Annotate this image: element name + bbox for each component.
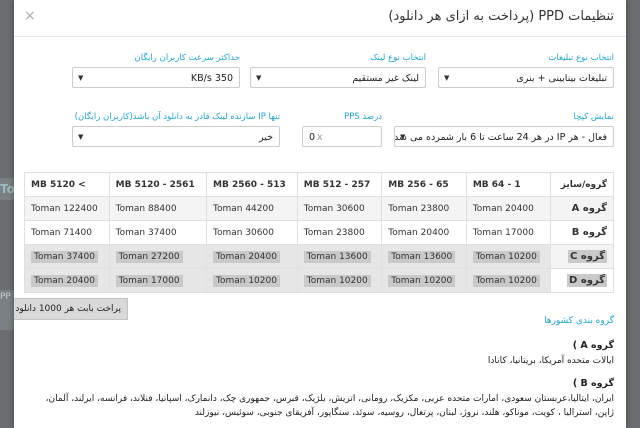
group-b-title: گروه B ) (572, 378, 614, 389)
price-cell: 13600 Toman (296, 244, 383, 269)
countries-section-title: گروه بندی کشورها (544, 316, 614, 326)
group-cell: گروه A (550, 196, 614, 221)
price-cell: 20400 Toman (381, 220, 467, 245)
price-cell: 13600 Toman (381, 244, 467, 269)
chevron-down-icon: ▼ (256, 74, 262, 82)
table-row: گروه C 10200 Toman 13600 Toman 13600 Tom… (24, 244, 614, 269)
chevron-down-icon: ▼ (444, 74, 450, 82)
pps-input[interactable]: 0 x (302, 126, 382, 147)
price-cell: 88400 Toman (108, 196, 207, 221)
price-cell: 30600 Toman (296, 196, 383, 221)
pps-value: 0 (309, 132, 316, 143)
price-cell: 17000 Toman (108, 268, 207, 293)
price-cell: 122400 Toman (24, 196, 110, 221)
ppd-settings-modal: تنظیمات PPD (پرداخت به ازای هر دانلود) ×… (14, 0, 626, 428)
ip-only-select[interactable]: خیر ▼ (72, 126, 280, 147)
price-cell: 44200 Toman (205, 196, 298, 221)
price-cell: 23800 Toman (381, 196, 467, 221)
price-cell: 27200 Toman (108, 244, 207, 269)
price-cell: 10200 Toman (205, 268, 298, 293)
chevron-down-icon: ▼ (400, 133, 406, 141)
column-header: 2561 - 5120 MB (108, 172, 207, 197)
ad-type-value: تبلیغات بینابینی + بنری (516, 73, 607, 84)
column-header: 1 - 64 MB (465, 172, 552, 197)
price-cell: 20400 Toman (465, 196, 552, 221)
modal-title: تنظیمات PPD (پرداخت به ازای هر دانلود) (388, 9, 614, 24)
table-corner-header: گروه/سایز (550, 172, 614, 197)
background-text: PP (0, 290, 14, 330)
group-cell: گروه D (550, 268, 614, 293)
table-row: گروه D 10200 Toman 10200 Toman 10200 Tom… (24, 268, 614, 293)
table-header-row: گروه/سایز 1 - 64 MB 65 - 256 MB 257 - 51… (24, 172, 614, 197)
pps-suffix: x (317, 132, 323, 143)
link-type-value: لینک غیر مستقیم (352, 73, 419, 84)
price-cell: 71400 Toman (24, 220, 110, 245)
max-speed-label: حداکثر سرعت کاربران رایگان (134, 53, 240, 63)
table-row: گروه B 17000 Toman 20400 Toman 23800 Tom… (24, 220, 614, 245)
price-cell: 30600 Toman (205, 220, 298, 245)
group-a-title: گروه A ) (572, 340, 614, 351)
price-cell: 10200 Toman (296, 268, 383, 293)
column-header: 65 - 256 MB (381, 172, 467, 197)
group-cell: گروه C (550, 244, 614, 269)
group-b-countries: ایران، ایتالیا،عربستان سعودی، امارات متح… (45, 394, 614, 418)
price-cell: 37400 Toman (24, 244, 110, 269)
column-header: 257 - 512 MB (296, 172, 383, 197)
ip-only-label: تنها IP سازنده لینک قادر به دانلود آن با… (74, 112, 280, 122)
price-cell: 17000 Toman (465, 220, 552, 245)
price-cell: 20400 Toman (24, 268, 110, 293)
max-speed-value: 350 KB/s (190, 73, 233, 84)
ad-type-select[interactable]: تبلیغات بینابینی + بنری ▼ (438, 67, 614, 88)
column-header: 513 - 2560 MB (205, 172, 298, 197)
price-cell: 10200 Toman (381, 268, 467, 293)
price-cell: 10200 Toman (465, 268, 552, 293)
background-text: To (0, 178, 14, 200)
close-icon[interactable]: × (24, 8, 36, 24)
link-type-label: انتخاب نوع لینک (370, 53, 426, 63)
price-table: گروه/سایز 1 - 64 MB 65 - 256 MB 257 - 51… (24, 172, 614, 293)
ad-type-label: انتخاب نوع تبلیغات (548, 53, 614, 63)
link-type-select[interactable]: لینک غیر مستقیم ▼ (250, 67, 426, 88)
max-speed-select[interactable]: 350 KB/s ▼ (72, 67, 240, 88)
captcha-value: فعال - هر IP در هر 24 ساعت تا 6 بار شمرد… (394, 132, 607, 143)
price-cell: 20400 Toman (205, 244, 298, 269)
pps-label: درصد PPS (344, 112, 382, 122)
price-cell: 23800 Toman (296, 220, 383, 245)
price-cell: 10200 Toman (465, 244, 552, 269)
captcha-label: نمایش کپچا (573, 112, 614, 122)
group-a-countries: ایالات متحده آمریکا، بریتانیا، کانادا (487, 356, 614, 366)
chevron-down-icon: ▼ (78, 74, 84, 82)
chevron-down-icon: ▼ (78, 133, 84, 141)
group-cell: گروه B (550, 220, 614, 245)
price-cell: 37400 Toman (108, 220, 207, 245)
ip-only-value: خیر (259, 132, 273, 143)
column-header: > 5120 MB (24, 172, 110, 197)
modal-header: تنظیمات PPD (پرداخت به ازای هر دانلود) × (14, 0, 626, 37)
table-row: گروه A 20400 Toman 23800 Toman 30600 Tom… (24, 196, 614, 221)
pay-per-1000-button[interactable]: پراخت بابت هر 1000 دانلود (14, 298, 128, 320)
captcha-select[interactable]: فعال - هر IP در هر 24 ساعت تا 6 بار شمرد… (394, 126, 614, 147)
